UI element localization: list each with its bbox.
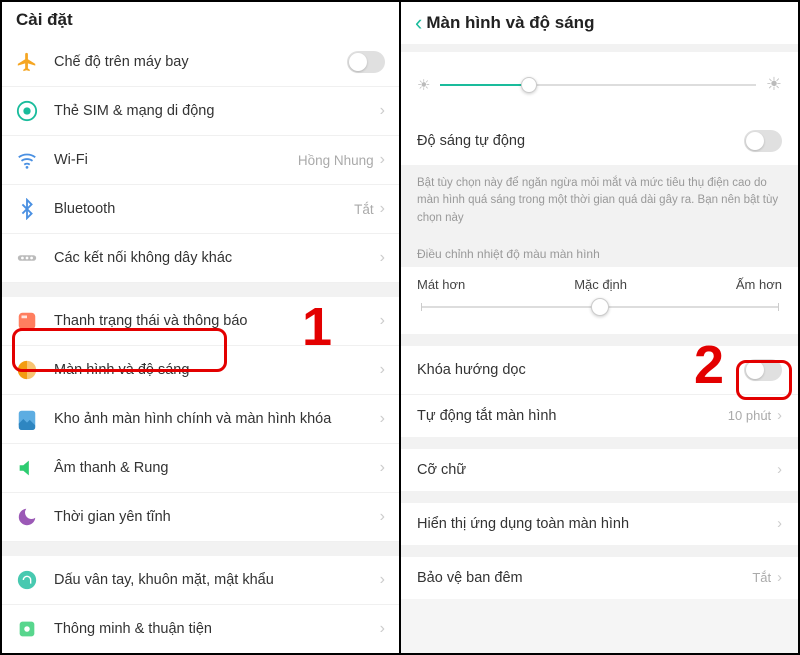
brightness-slider[interactable] [440, 84, 755, 86]
brightness-slider-row: ☀ ☀ [401, 52, 798, 117]
label: Thanh trạng thái và thông báo [54, 313, 380, 329]
label: Chế độ trên máy bay [54, 54, 347, 70]
auto-brightness-toggle[interactable] [744, 130, 782, 152]
row-display-brightness[interactable]: Màn hình và độ sáng › [2, 346, 399, 395]
bluetooth-icon [16, 198, 38, 220]
row-biometric[interactable]: Dấu vân tay, khuôn mặt, mật khẩu › [2, 556, 399, 605]
label: Độ sáng tự động [417, 133, 744, 149]
chevron-right-icon: › [380, 571, 385, 589]
chevron-right-icon: › [380, 200, 385, 218]
label: Thẻ SIM & mạng di động [54, 103, 380, 119]
color-temp-slider[interactable] [421, 306, 778, 308]
chevron-right-icon: › [380, 312, 385, 330]
row-auto-brightness[interactable]: Độ sáng tự động [401, 117, 798, 165]
status-icon [16, 310, 38, 332]
label: Tự động tắt màn hình [417, 408, 728, 424]
row-wallpaper[interactable]: Kho ảnh màn hình chính và màn hình khóa … [2, 395, 399, 444]
moon-icon [16, 506, 38, 528]
chevron-right-icon: › [380, 410, 385, 428]
chevron-right-icon: › [380, 249, 385, 267]
label: Màn hình và độ sáng [54, 362, 380, 378]
slider-thumb[interactable] [521, 77, 537, 93]
label: Kho ảnh màn hình chính và màn hình khóa [54, 411, 380, 427]
brightness-high-icon: ☀ [766, 74, 782, 95]
row-night-protection[interactable]: Bảo vệ ban đêm Tắt › [401, 557, 798, 599]
label: Khóa hướng dọc [417, 362, 744, 378]
label: Thời gian yên tĩnh [54, 509, 380, 525]
label: Các kết nối không dây khác [54, 250, 380, 266]
row-statusbar[interactable]: Thanh trạng thái và thông báo › [2, 297, 399, 346]
label: Cỡ chữ [417, 462, 777, 478]
label: Wi-Fi [54, 152, 298, 168]
more-icon [16, 247, 38, 269]
value: Tắt [752, 570, 771, 585]
back-button[interactable]: ‹ [415, 10, 422, 36]
temp-warm-label: Ấm hơn [736, 277, 782, 292]
page-title: Màn hình và độ sáng [426, 13, 594, 33]
chevron-right-icon: › [777, 462, 782, 478]
auto-brightness-description: Bật tùy chọn này để ngăn ngừa mỏi mắt và… [401, 165, 798, 237]
settings-pane: Cài đặt Chế độ trên máy bay Thẻ SIM & mạ… [2, 2, 401, 653]
temp-cool-label: Mát hơn [417, 277, 465, 292]
value: Tắt [354, 202, 374, 217]
sound-icon [16, 457, 38, 479]
temp-default-label: Mặc định [574, 277, 627, 292]
smart-icon [16, 618, 38, 640]
chevron-right-icon: › [380, 620, 385, 638]
airplane-toggle[interactable] [347, 51, 385, 73]
lock-rotation-toggle[interactable] [744, 359, 782, 381]
header-right: ‹ Màn hình và độ sáng [401, 2, 798, 44]
airplane-icon [16, 51, 38, 73]
wifi-icon [16, 149, 38, 171]
value: Hồng Nhung [298, 153, 374, 168]
wallpaper-icon [16, 408, 38, 430]
row-auto-off[interactable]: Tự động tắt màn hình 10 phút › [401, 395, 798, 437]
header-left: Cài đặt [2, 2, 399, 38]
row-airplane[interactable]: Chế độ trên máy bay [2, 38, 399, 87]
chevron-right-icon: › [380, 508, 385, 526]
label: Âm thanh & Rung [54, 460, 380, 476]
label: Hiển thị ứng dụng toàn màn hình [417, 516, 777, 532]
fingerprint-icon [16, 569, 38, 591]
chevron-right-icon: › [380, 459, 385, 477]
row-quiet-time[interactable]: Thời gian yên tĩnh › [2, 493, 399, 542]
chevron-right-icon: › [380, 102, 385, 120]
value: 10 phút [728, 408, 771, 423]
chevron-right-icon: › [777, 570, 782, 586]
row-font-size[interactable]: Cỡ chữ › [401, 449, 798, 491]
chevron-right-icon: › [777, 516, 782, 532]
sim-icon [16, 100, 38, 122]
display-settings-pane: ‹ Màn hình và độ sáng ☀ ☀ Độ sáng tự độn… [401, 2, 798, 653]
label: Bluetooth [54, 201, 354, 217]
label: Thông minh & thuận tiện [54, 621, 380, 637]
brightness-low-icon: ☀ [417, 76, 430, 94]
row-sound[interactable]: Âm thanh & Rung › [2, 444, 399, 493]
display-icon [16, 359, 38, 381]
row-smart[interactable]: Thông minh & thuận tiện › [2, 605, 399, 653]
color-temp-block: Mát hơn Mặc định Ấm hơn [401, 267, 798, 334]
chevron-right-icon: › [380, 361, 385, 379]
row-bluetooth[interactable]: Bluetooth Tắt › [2, 185, 399, 234]
row-wifi[interactable]: Wi-Fi Hồng Nhung › [2, 136, 399, 185]
color-temp-header: Điều chỉnh nhiệt độ màu màn hình [401, 237, 798, 267]
row-wireless-other[interactable]: Các kết nối không dây khác › [2, 234, 399, 283]
page-title: Cài đặt [16, 10, 73, 30]
chevron-right-icon: › [380, 151, 385, 169]
chevron-right-icon: › [777, 408, 782, 424]
label: Bảo vệ ban đêm [417, 570, 752, 586]
label: Dấu vân tay, khuôn mặt, mật khẩu [54, 572, 380, 588]
row-sim[interactable]: Thẻ SIM & mạng di động › [2, 87, 399, 136]
row-fullscreen-apps[interactable]: Hiển thị ứng dụng toàn màn hình › [401, 503, 798, 545]
slider-thumb[interactable] [591, 298, 609, 316]
row-lock-rotation[interactable]: Khóa hướng dọc [401, 346, 798, 395]
